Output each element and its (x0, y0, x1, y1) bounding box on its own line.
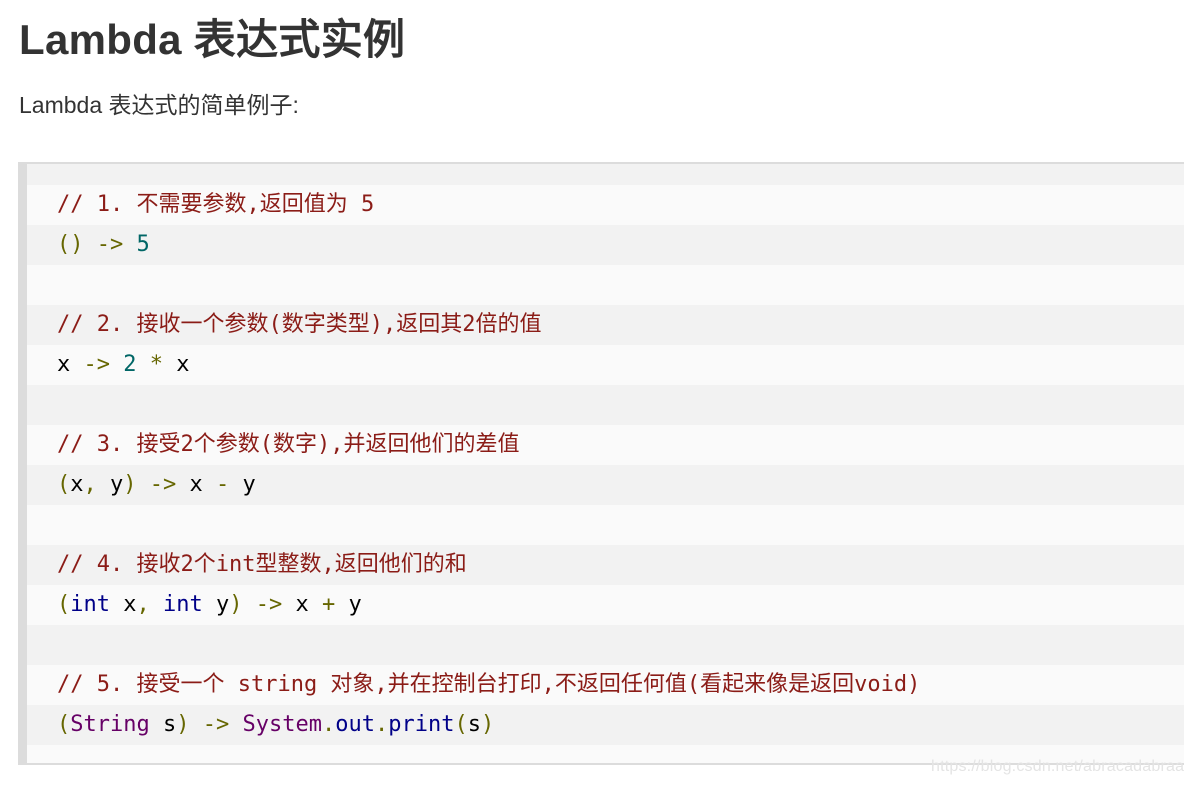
code-token: -> (149, 472, 177, 497)
code-token: . (374, 712, 389, 737)
code-token: // 5. 接受一个 string 对象,并在控制台打印,不返回任何值(看起来像… (57, 672, 921, 697)
code-token: y (335, 592, 362, 617)
code-token: ) (123, 472, 137, 497)
code-token: int (163, 592, 203, 617)
code-blank-line (57, 505, 920, 545)
code-token: 2 (123, 352, 137, 377)
code-comment-line: // 1. 不需要参数,返回值为 5 (57, 185, 920, 225)
code-token: x (70, 472, 84, 497)
code-lines: // 1. 不需要参数,返回值为 5 () -> 5 // 2. 接收一个参数(数… (57, 185, 920, 745)
code-token: int (70, 592, 110, 617)
code-token: x (176, 472, 216, 497)
code-token: -> (96, 232, 124, 257)
code-comment-line: // 4. 接收2个int型整数,返回他们的和 (57, 545, 920, 585)
code-token: -> (255, 592, 283, 617)
code-token: ( (57, 472, 71, 497)
code-token: out (335, 712, 375, 737)
code-token: y (229, 472, 256, 497)
code-token: ( (57, 712, 71, 737)
code-blank-line (57, 385, 920, 425)
code-line: () -> 5 (57, 225, 920, 265)
code-token: * (149, 352, 163, 377)
code-token: ) (176, 712, 190, 737)
code-token: () (57, 232, 84, 257)
code-token: x (57, 352, 84, 377)
intro-paragraph: Lambda 表达式的简单例子: (19, 92, 299, 118)
code-token: ( (454, 712, 468, 737)
code-token: , (83, 472, 97, 497)
code-token: ) (480, 712, 495, 737)
code-token: - (216, 472, 230, 497)
code-token: -> (83, 352, 111, 377)
code-line: x -> 2 * x (57, 345, 920, 385)
watermark: https://blog.csdn.net/abracadabraa (931, 758, 1184, 775)
code-token: System (242, 712, 322, 737)
code-token: x (282, 592, 322, 617)
code-line: (x, y) -> x - y (57, 465, 920, 505)
code-token: 5 (136, 232, 150, 257)
code-token: // 1. 不需要参数,返回值为 5 (57, 192, 375, 217)
code-blank-line (57, 265, 920, 305)
code-comment-line: // 5. 接受一个 string 对象,并在控制台打印,不返回任何值(看起来像… (57, 665, 920, 705)
code-line: (String s) -> System.out.print(s) (57, 705, 920, 745)
code-comment-line: // 3. 接受2个参数(数字),并返回他们的差值 (57, 425, 920, 465)
code-block: // 1. 不需要参数,返回值为 5 () -> 5 // 2. 接收一个参数(数… (18, 162, 1184, 765)
code-token: ( (57, 592, 71, 617)
code-line: (int x, int y) -> x + y (57, 585, 920, 625)
code-token: y (202, 592, 230, 617)
code-token: , (136, 592, 150, 617)
code-token: String (70, 712, 150, 737)
code-token: + (322, 592, 336, 617)
code-token: // 3. 接受2个参数(数字),并返回他们的差值 (57, 432, 520, 457)
code-token: s (149, 712, 177, 737)
code-comment-line: // 2. 接收一个参数(数字类型),返回其2倍的值 (57, 305, 920, 345)
code-token: ) (229, 592, 243, 617)
code-token: . (321, 712, 336, 737)
code-token: y (96, 472, 124, 497)
code-token: print (388, 712, 455, 737)
code-token: s (467, 712, 481, 737)
code-token: x (110, 592, 137, 617)
code-blank-line (57, 625, 920, 665)
page-title: Lambda 表达式实例 (19, 16, 406, 63)
code-token: x (163, 352, 190, 377)
code-token: // 2. 接收一个参数(数字类型),返回其2倍的值 (57, 312, 542, 337)
code-token: -> (202, 712, 230, 737)
code-token: // 4. 接收2个int型整数,返回他们的和 (57, 552, 467, 577)
